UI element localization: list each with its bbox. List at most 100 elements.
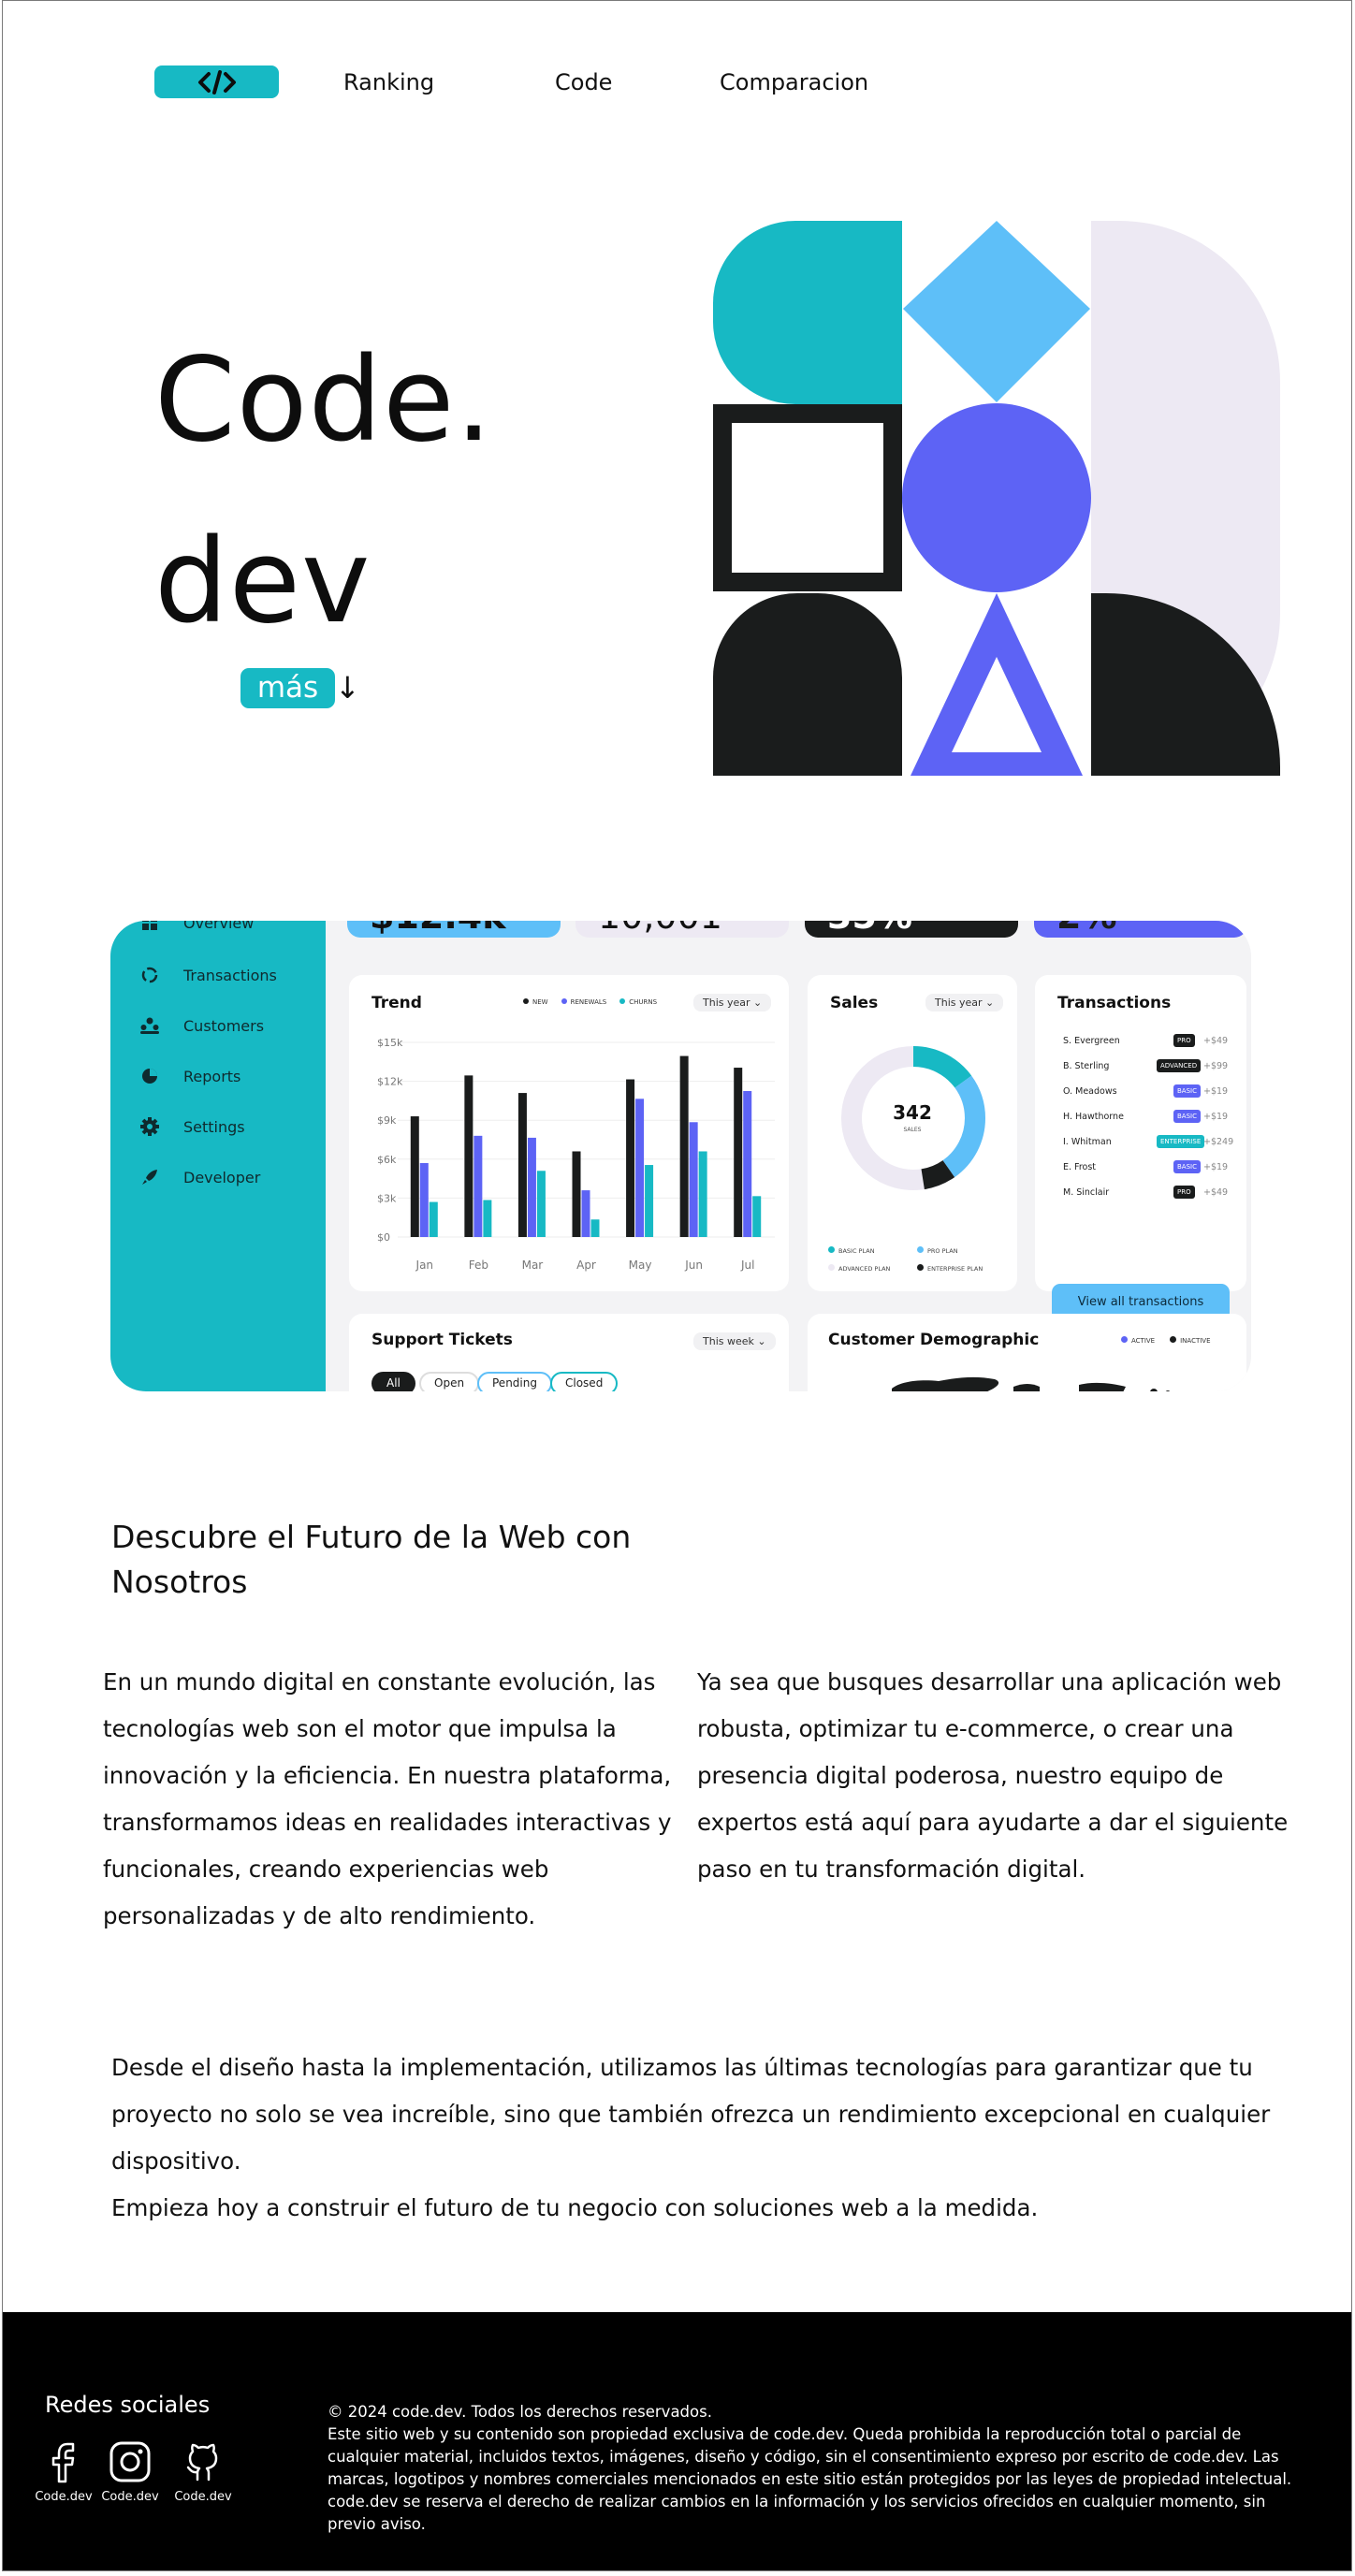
trend-bar (581, 1190, 590, 1237)
trend-bar (635, 1099, 645, 1237)
trend-bar (626, 1079, 635, 1237)
transaction-row[interactable]: O. Meadows BASIC +$19 (1063, 1082, 1228, 1100)
transaction-row[interactable]: E. Frost BASIC +$19 (1063, 1157, 1228, 1176)
sidebar-item-label: Developer (183, 1168, 261, 1186)
hero-title-line1: Code. (154, 333, 493, 468)
transaction-name: O. Meadows (1063, 1085, 1117, 1097)
nav-link-code[interactable]: Code (555, 66, 612, 98)
sidebar-item-overview[interactable]: Overview (138, 921, 254, 936)
sidebar-item-settings[interactable]: Settings (138, 1113, 245, 1140)
plan-badge: ADVANCED (1157, 1059, 1202, 1072)
y-tick-label: $12k (377, 1076, 403, 1088)
rocket-icon (138, 1166, 161, 1188)
sidebar-item-label: Settings (183, 1117, 245, 1136)
sky-diamond-shape (903, 221, 1090, 402)
trend-bar (734, 1068, 743, 1237)
transaction-amount: +$19 (1203, 1161, 1229, 1172)
trend-bar (645, 1165, 654, 1237)
github-link[interactable]: Code.dev (169, 2440, 237, 2504)
instagram-link[interactable]: Code.dev (96, 2440, 164, 2504)
social-label: Code.dev (101, 2490, 159, 2504)
sidebar-item-label: Customers (183, 1016, 265, 1035)
ticket-filter-open[interactable]: Open (419, 1372, 480, 1391)
sales-filter[interactable]: This year ⌄ (925, 994, 1004, 1011)
x-tick-label: Jul (740, 1259, 754, 1272)
facebook-icon (51, 2442, 75, 2483)
trend-bar (464, 1075, 474, 1237)
customer-demographic-card: Customer Demographic ACTIVE INACTIVE (808, 1314, 1246, 1391)
ticket-filter-closed[interactable]: Closed (550, 1372, 619, 1391)
transaction-name: B. Sterling (1063, 1060, 1110, 1071)
ticket-filter-all[interactable]: All (372, 1372, 415, 1391)
arrow-down-icon: ↓ (335, 670, 360, 706)
legend-item: NEW (523, 998, 548, 1006)
trend-bar (752, 1196, 762, 1237)
social-title: Redes sociales (45, 2392, 211, 2418)
technology-paragraph: Desde el diseño hasta la implementación,… (111, 2054, 1271, 2175)
y-tick-label: $6k (377, 1154, 397, 1166)
trend-bar (483, 1200, 492, 1237)
y-tick-label: $3k (377, 1192, 397, 1204)
sales-total: 342 (893, 1101, 932, 1124)
legend-item: PRO PLAN (917, 1246, 1006, 1255)
legal-text: Este sitio web y su contenido son propie… (328, 2425, 1292, 2533)
trend-bar (419, 1162, 429, 1237)
trend-bar (679, 1055, 689, 1237)
transaction-amount: +$249 (1203, 1136, 1234, 1147)
legend-item: ACTIVE (1121, 1336, 1155, 1345)
trend-bar (590, 1219, 600, 1237)
transaction-row[interactable]: I. Whitman ENTERPRISE +$249 (1063, 1132, 1233, 1151)
plan-badge: PRO (1173, 1034, 1195, 1047)
code-brackets-icon (197, 69, 236, 95)
transaction-name: I. Whitman (1063, 1136, 1112, 1147)
transactions-card: Transactions S. Evergreen PRO +$49 B. Sterl… (1035, 975, 1246, 1321)
y-tick-label: $0 (377, 1231, 390, 1244)
nav-link-ranking[interactable]: Ranking (343, 66, 434, 98)
legend-item: RENEWALS (561, 998, 606, 1006)
transaction-row[interactable]: H. Hawthorne BASIC +$19 (1063, 1107, 1228, 1126)
trend-card: Trend NEW RENEWALS CHURNS This year ⌄ $1… (349, 975, 789, 1291)
tickets-filter[interactable]: This week ⌄ (693, 1332, 776, 1350)
sidebar-item-reports[interactable]: Reports (138, 1063, 240, 1089)
legend-item: ADVANCED PLAN (828, 1264, 917, 1273)
nav-link-comparacion[interactable]: Comparacion (720, 66, 868, 98)
transaction-amount: +$99 (1203, 1060, 1229, 1071)
dashboard-preview: Overview Transactions Customers Reports … (110, 921, 1251, 1391)
footer: Redes sociales Code.dev Code.dev Code.de… (3, 2312, 1351, 2570)
transaction-name: E. Frost (1063, 1161, 1096, 1172)
gear-icon (138, 1115, 161, 1138)
sidebar-item-transactions[interactable]: Transactions (138, 962, 277, 988)
sidebar-item-developer[interactable]: Developer (138, 1164, 260, 1190)
hero-title-line2: dev (154, 515, 372, 649)
refresh-icon (138, 964, 161, 986)
pie-chart-icon (138, 1065, 161, 1087)
sales-legend: BASIC PLAN PRO PLAN ADVANCED PLAN ENTERP… (828, 1246, 1006, 1273)
users-icon (138, 1014, 161, 1037)
section-heading: Descubre el Futuro de la Web con Nosotro… (111, 1519, 632, 1600)
facebook-link[interactable]: Code.dev (30, 2440, 97, 2504)
transaction-name: H. Hawthorne (1063, 1111, 1124, 1122)
sidebar-item-customers[interactable]: Customers (138, 1012, 264, 1039)
support-tickets-title: Support Tickets (372, 1331, 513, 1349)
trend-title: Trend (372, 994, 422, 1012)
trend-bar-chart: $15k $12k $9k $6k $3k $0 Jan Feb Mar Apr May Jun Jul (377, 1037, 775, 1272)
intro-paragraph: En un mundo digital en constante evoluci… (103, 1668, 672, 1929)
dashboard-sidebar: Overview Transactions Customers Reports … (110, 921, 326, 1391)
more-button[interactable]: más (240, 668, 335, 708)
trend-bar (429, 1201, 438, 1237)
support-tickets-card: Support Tickets This week ⌄ All Open Pen… (349, 1314, 789, 1391)
legal-notice: © 2024 code.dev. Todos los derechos rese… (328, 2401, 1310, 2536)
ticket-filter-pending[interactable]: Pending (477, 1372, 552, 1391)
transaction-row[interactable]: S. Evergreen PRO +$49 (1063, 1031, 1228, 1050)
legend-item: CHURNS (619, 998, 657, 1006)
transaction-row[interactable]: M. Sinclair PRO +$49 (1063, 1183, 1228, 1201)
page: Ranking Code Comparacion Code. dev más ↓… (2, 0, 1352, 2571)
trend-filter[interactable]: This year ⌄ (693, 994, 772, 1011)
instagram-icon (109, 2441, 151, 2482)
trend-legend: NEW RENEWALS CHURNS (523, 998, 657, 1006)
transaction-row[interactable]: B. Sterling ADVANCED +$99 (1063, 1056, 1228, 1075)
sales-card: Sales This year ⌄ 342 SALES BASIC PLAN P… (808, 975, 1017, 1291)
logo-button[interactable] (154, 65, 279, 98)
legend-item: INACTIVE (1170, 1336, 1211, 1345)
trend-bar (536, 1171, 546, 1237)
